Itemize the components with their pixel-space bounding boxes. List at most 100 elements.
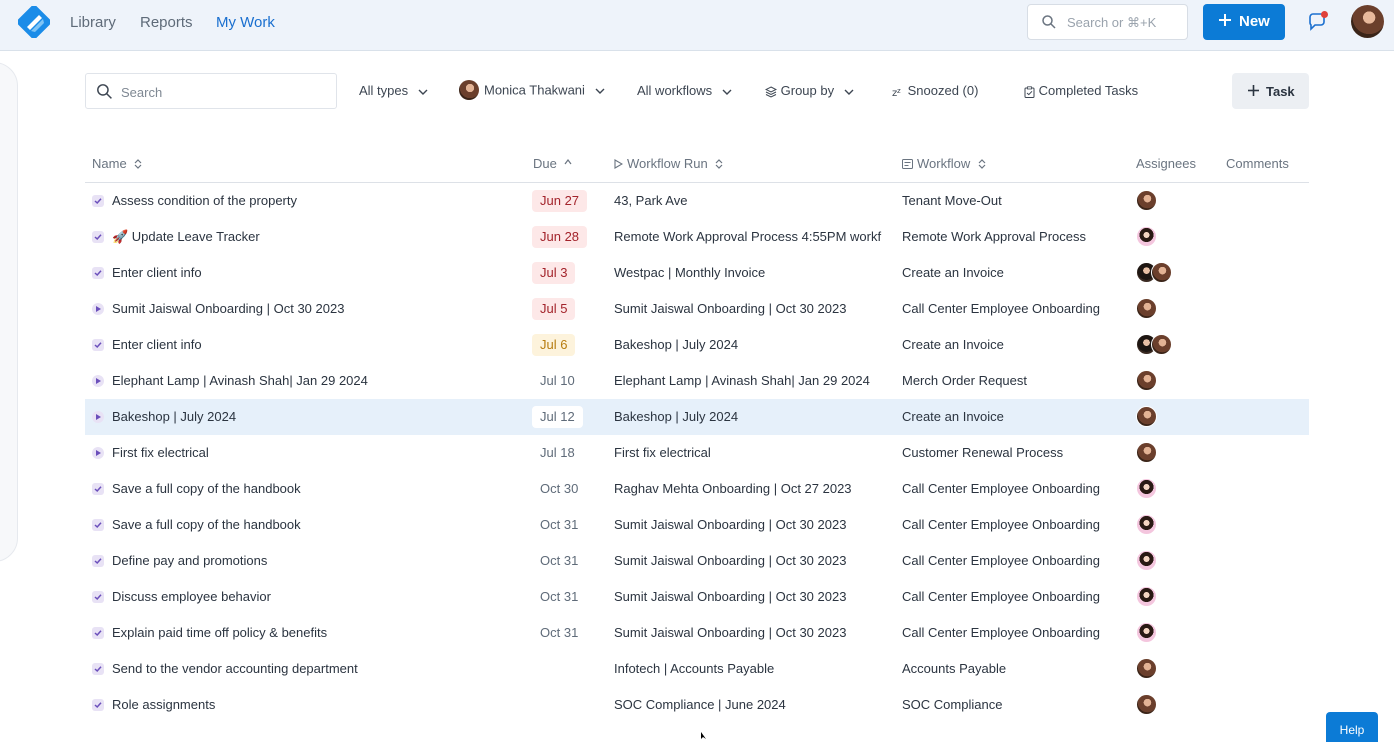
due-date: Jul 6 <box>532 334 576 356</box>
avatar[interactable] <box>1136 370 1157 391</box>
workflow-run-link[interactable]: Elephant Lamp | Avinash Shah| Jan 29 202… <box>614 373 889 388</box>
column-due[interactable]: Due <box>533 156 572 171</box>
workflow-run-link[interactable]: Sumit Jaiswal Onboarding | Oct 30 2023 <box>614 589 889 604</box>
task-name[interactable]: Assess condition of the property <box>112 193 522 208</box>
check-icon <box>94 234 102 241</box>
workflow-filter[interactable]: All workflows <box>637 83 732 98</box>
table-row[interactable]: Bakeshop | July 2024 Jul 12 Bakeshop | Jul… <box>85 399 1309 435</box>
task-name[interactable]: Send to the vendor accounting department <box>112 661 522 676</box>
workflow-run-link[interactable]: Sumit Jaiswal Onboarding | Oct 30 2023 <box>614 553 889 568</box>
avatar[interactable] <box>1136 226 1157 247</box>
task-checkbox-icon[interactable] <box>92 663 104 675</box>
table-row[interactable]: Enter client info Jul 3 Westpac | Monthly … <box>85 255 1309 291</box>
task-checkbox-icon[interactable] <box>92 339 104 351</box>
task-checkbox-icon[interactable] <box>92 591 104 603</box>
avatar[interactable] <box>1136 586 1157 607</box>
task-checkbox-icon[interactable] <box>92 555 104 567</box>
task-name[interactable]: Define pay and promotions <box>112 553 522 568</box>
table-row[interactable]: Send to the vendor accounting department… <box>85 651 1309 687</box>
table-row[interactable]: Elephant Lamp | Avinash Shah| Jan 29 202… <box>85 363 1309 399</box>
table-row[interactable]: Assess condition of the property Jun 27 43… <box>85 183 1309 219</box>
workflow-run-icon <box>92 303 104 315</box>
task-name[interactable]: Save a full copy of the handbook <box>112 517 522 532</box>
group-by-filter[interactable]: Group by <box>764 83 854 98</box>
task-name[interactable]: Discuss employee behavior <box>112 589 522 604</box>
workflow-run-link[interactable]: Westpac | Monthly Invoice <box>614 265 889 280</box>
table-row[interactable]: Discuss employee behavior Oct 31 Sumit Jai… <box>85 579 1309 615</box>
column-workflow[interactable]: Workflow <box>902 156 986 171</box>
app-logo-icon[interactable] <box>18 6 50 38</box>
snoozed-filter[interactable]: zz Snoozed (0) <box>892 83 979 99</box>
global-search[interactable]: Search or ⌘+K <box>1027 4 1188 40</box>
nav-reports[interactable]: Reports <box>140 14 193 31</box>
task-search <box>85 73 337 109</box>
table-row[interactable]: Enter client info Jul 6 Bakeshop | July 20… <box>85 327 1309 363</box>
task-name[interactable]: 🚀 Update Leave Tracker <box>112 229 522 245</box>
due-date: Jul 18 <box>540 445 575 460</box>
due-date: Jul 12 <box>532 406 583 428</box>
workflow-run-link[interactable]: Infotech | Accounts Payable <box>614 661 889 676</box>
user-avatar[interactable] <box>1351 5 1384 38</box>
completed-tasks-filter[interactable]: Completed Tasks <box>1024 83 1138 98</box>
table-row[interactable]: Save a full copy of the handbook Oct 30 Ra… <box>85 471 1309 507</box>
task-name[interactable]: First fix electrical <box>112 445 522 460</box>
task-checkbox-icon[interactable] <box>92 195 104 207</box>
task-name[interactable]: Bakeshop | July 2024 <box>112 409 522 424</box>
table-row[interactable]: 🚀 Update Leave Tracker Jun 28 Remote Work … <box>85 219 1309 255</box>
workflow-name: SOC Compliance <box>902 697 1003 712</box>
avatar[interactable] <box>1136 406 1157 427</box>
workflow-run-link[interactable]: Remote Work Approval Process 4:55PM work… <box>614 229 889 244</box>
task-checkbox-icon[interactable] <box>92 483 104 495</box>
task-name[interactable]: Sumit Jaiswal Onboarding | Oct 30 2023 <box>112 301 522 316</box>
task-name[interactable]: Explain paid time off policy & benefits <box>112 625 522 640</box>
task-name[interactable]: Elephant Lamp | Avinash Shah| Jan 29 202… <box>112 373 522 388</box>
task-checkbox-icon[interactable] <box>92 519 104 531</box>
add-task-button[interactable]: Task <box>1232 73 1309 109</box>
column-workflow-run[interactable]: Workflow Run <box>614 156 723 171</box>
nav-library[interactable]: Library <box>70 14 116 31</box>
task-name[interactable]: Role assignments <box>112 697 522 712</box>
workflow-run-link[interactable]: First fix electrical <box>614 445 889 460</box>
check-icon <box>94 522 102 529</box>
task-search-input[interactable] <box>121 82 321 102</box>
workflow-run-link[interactable]: Sumit Jaiswal Onboarding | Oct 30 2023 <box>614 625 889 640</box>
table-row[interactable]: Define pay and promotions Oct 31 Sumit Jai… <box>85 543 1309 579</box>
table-row[interactable]: Explain paid time off policy & benefits O… <box>85 615 1309 651</box>
avatar[interactable] <box>1136 550 1157 571</box>
avatar[interactable] <box>1136 298 1157 319</box>
avatar[interactable] <box>1151 262 1172 283</box>
task-checkbox-icon[interactable] <box>92 267 104 279</box>
column-name[interactable]: Name <box>92 156 142 171</box>
avatar[interactable] <box>1136 514 1157 535</box>
workflow-run-link[interactable]: Raghav Mehta Onboarding | Oct 27 2023 <box>614 481 889 496</box>
assignee-filter[interactable]: Monica Thakwani <box>459 80 605 101</box>
task-name[interactable]: Enter client info <box>112 337 522 352</box>
avatar[interactable] <box>1151 334 1172 355</box>
chevron-down-icon <box>844 89 854 95</box>
workflow-run-link[interactable]: Sumit Jaiswal Onboarding | Oct 30 2023 <box>614 301 889 316</box>
avatar[interactable] <box>1136 190 1157 211</box>
workflow-run-link[interactable]: 43, Park Ave <box>614 193 889 208</box>
snoozed-label: Snoozed (0) <box>907 83 979 98</box>
task-name[interactable]: Save a full copy of the handbook <box>112 481 522 496</box>
table-row[interactable]: Role assignments SOC Compliance | June 20… <box>85 687 1309 723</box>
task-checkbox-icon[interactable] <box>92 231 104 243</box>
nav-my-work[interactable]: My Work <box>216 14 275 31</box>
avatar[interactable] <box>1136 658 1157 679</box>
avatar[interactable] <box>1136 694 1157 715</box>
table-row[interactable]: Sumit Jaiswal Onboarding | Oct 30 2023 Ju… <box>85 291 1309 327</box>
workflow-run-link[interactable]: Bakeshop | July 2024 <box>614 337 889 352</box>
table-row[interactable]: First fix electrical Jul 18 First fix elec… <box>85 435 1309 471</box>
type-filter[interactable]: All types <box>359 83 428 98</box>
new-button[interactable]: New <box>1203 4 1285 40</box>
avatar[interactable] <box>1136 478 1157 499</box>
workflow-run-link[interactable]: Bakeshop | July 2024 <box>614 409 889 424</box>
table-row[interactable]: Save a full copy of the handbook Oct 31 Su… <box>85 507 1309 543</box>
workflow-run-link[interactable]: Sumit Jaiswal Onboarding | Oct 30 2023 <box>614 517 889 532</box>
workflow-run-link[interactable]: SOC Compliance | June 2024 <box>614 697 889 712</box>
task-checkbox-icon[interactable] <box>92 627 104 639</box>
avatar[interactable] <box>1136 622 1157 643</box>
task-checkbox-icon[interactable] <box>92 699 104 711</box>
avatar[interactable] <box>1136 442 1157 463</box>
task-name[interactable]: Enter client info <box>112 265 522 280</box>
